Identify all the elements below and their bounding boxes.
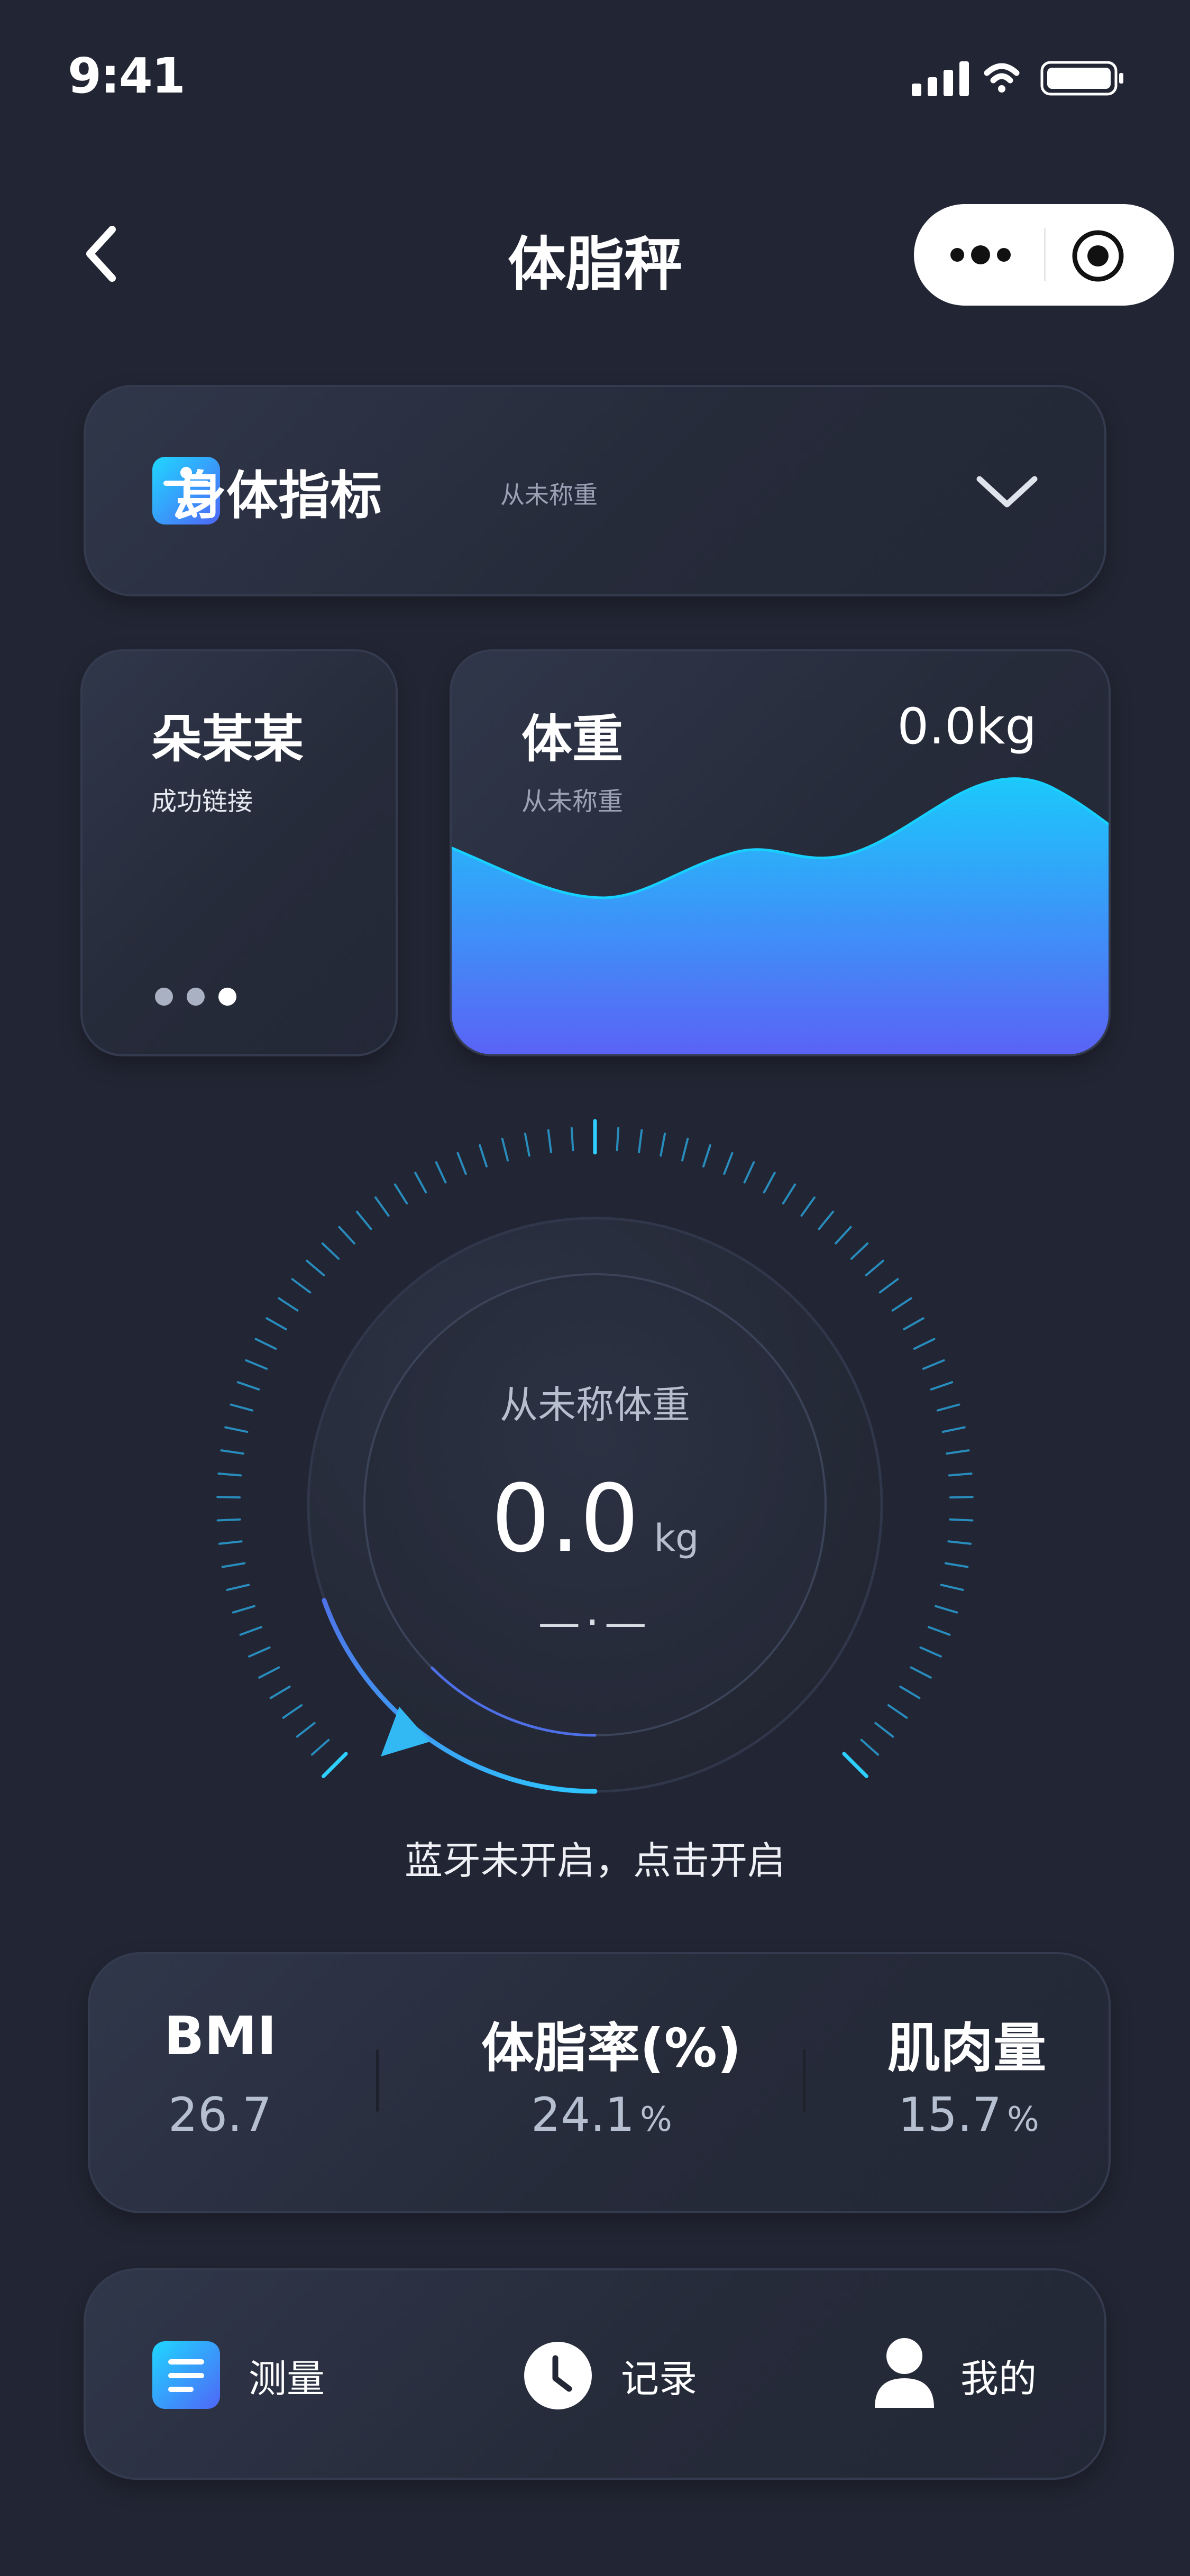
nav-label-mine: 我的 bbox=[960, 2357, 1037, 2401]
gauge-label: 从未称体重 bbox=[499, 1383, 690, 1427]
gauge-tick bbox=[374, 1196, 390, 1217]
gauge-tick bbox=[702, 1144, 711, 1167]
close-target-icon[interactable] bbox=[1070, 228, 1125, 283]
gauge-value: 0.0 bbox=[491, 1465, 639, 1573]
gauge-tick bbox=[913, 1338, 936, 1350]
gauge-tick bbox=[479, 1144, 488, 1167]
gauge-tick bbox=[638, 1129, 643, 1154]
stat-muscle-value: 15.7% bbox=[898, 2087, 1039, 2142]
gauge-tick bbox=[763, 1172, 776, 1193]
indicator-title: 身体指标 bbox=[175, 466, 382, 526]
wifi-icon bbox=[984, 63, 1020, 93]
gauge-tick bbox=[524, 1133, 530, 1157]
gauge-tick bbox=[414, 1172, 427, 1193]
gauge-tick bbox=[743, 1161, 755, 1184]
gauge-tick bbox=[850, 1242, 869, 1260]
gauge-tick bbox=[226, 1584, 250, 1591]
user-icon bbox=[875, 2338, 934, 2408]
gauge-tick bbox=[435, 1161, 447, 1184]
gauge-tick bbox=[842, 1752, 868, 1778]
gauge-tick bbox=[291, 1278, 312, 1294]
weight-subtitle: 从未称重 bbox=[521, 787, 624, 816]
gauge-tick bbox=[322, 1752, 348, 1778]
user-name: 朵某某 bbox=[151, 710, 304, 769]
weight-label: 体重 bbox=[521, 710, 623, 769]
bluetooth-enable-link[interactable]: 蓝牙未开启，点击开启 bbox=[0, 1829, 1190, 1885]
gauge-tick bbox=[681, 1137, 689, 1162]
gauge-tick bbox=[355, 1210, 372, 1230]
more-icon[interactable] bbox=[949, 239, 1012, 271]
gauge-tick bbox=[282, 1704, 303, 1719]
gauge-tick bbox=[910, 1666, 932, 1679]
mini-program-capsule bbox=[914, 204, 1174, 306]
gauge-unit: kg bbox=[654, 1516, 699, 1560]
gauge-tick bbox=[245, 1359, 268, 1370]
gauge-tick bbox=[922, 1359, 945, 1370]
nav-label-records: 记录 bbox=[621, 2357, 698, 2401]
stat-bodyfat-value: 24.1% bbox=[531, 2087, 672, 2142]
gauge-tick bbox=[393, 1183, 408, 1204]
stat-divider bbox=[376, 2049, 379, 2112]
gauge-tick bbox=[782, 1183, 797, 1204]
status-icons bbox=[912, 61, 1123, 96]
gauge-reading: 0.0 kg bbox=[0, 1465, 1190, 1573]
gauge-tick bbox=[321, 1242, 340, 1260]
nav-label-measure: 测量 bbox=[249, 2357, 325, 2401]
stat-bodyfat-label: 体脂率(%) bbox=[481, 2017, 742, 2079]
stat-divider bbox=[803, 2049, 805, 2112]
stat-muscle-label: 肌肉量 bbox=[887, 2017, 1046, 2079]
gauge-tick bbox=[456, 1152, 467, 1175]
gauge-tick bbox=[258, 1666, 280, 1679]
stat-bmi-label: BMI bbox=[164, 2005, 277, 2067]
battery-icon bbox=[1040, 61, 1123, 96]
gauge-tick bbox=[899, 1686, 921, 1699]
gauge-tick bbox=[220, 1449, 244, 1455]
signal-icon bbox=[912, 61, 969, 96]
gauge-tick bbox=[570, 1127, 574, 1152]
gauge-tick bbox=[940, 1584, 964, 1591]
gauge-tick bbox=[946, 1449, 970, 1455]
gauge-tick bbox=[278, 1297, 299, 1312]
gauge-tick bbox=[306, 1259, 325, 1276]
gauge-tick bbox=[818, 1210, 835, 1230]
gauge-tick bbox=[891, 1297, 912, 1312]
gauge-tick bbox=[269, 1686, 291, 1699]
gauge-tick bbox=[296, 1722, 316, 1738]
gauge-tick bbox=[878, 1278, 899, 1294]
gauge-tick bbox=[903, 1317, 924, 1330]
indicator-subtitle: 从未称重 bbox=[500, 481, 598, 509]
gauge-tick bbox=[919, 1646, 942, 1658]
status-time: 9:41 bbox=[68, 48, 186, 104]
clock-icon bbox=[524, 2342, 592, 2409]
gauge-tick bbox=[874, 1722, 894, 1738]
page-dots bbox=[155, 988, 236, 1006]
gauge-tick bbox=[660, 1133, 666, 1157]
body-stats-card bbox=[88, 1952, 1111, 2213]
connection-status: 成功链接 bbox=[151, 787, 253, 816]
gauge-tick bbox=[800, 1196, 816, 1217]
list-icon bbox=[152, 2341, 220, 2409]
chevron-down-icon[interactable] bbox=[973, 471, 1041, 513]
gauge-tick bbox=[501, 1137, 509, 1162]
gauge-tick bbox=[860, 1738, 880, 1756]
gauge-secondary-reading: —·— bbox=[538, 1598, 652, 1647]
stat-bmi-value: 26.7 bbox=[168, 2087, 272, 2142]
gauge-tick bbox=[865, 1259, 884, 1276]
gauge-tick bbox=[338, 1226, 355, 1245]
gauge-tick bbox=[254, 1338, 277, 1350]
gauge-tick bbox=[616, 1127, 620, 1152]
weight-value: 0.0kg bbox=[897, 698, 1037, 756]
gauge-tick bbox=[547, 1129, 552, 1154]
gauge-tick bbox=[835, 1226, 852, 1245]
capsule-divider bbox=[1044, 228, 1046, 281]
gauge-tick bbox=[248, 1646, 271, 1658]
gauge-tick bbox=[723, 1152, 734, 1175]
gauge-tick bbox=[310, 1738, 330, 1756]
gauge-tick bbox=[887, 1704, 908, 1719]
gauge-tick bbox=[266, 1317, 287, 1330]
scale-gauge bbox=[216, 1119, 974, 1794]
